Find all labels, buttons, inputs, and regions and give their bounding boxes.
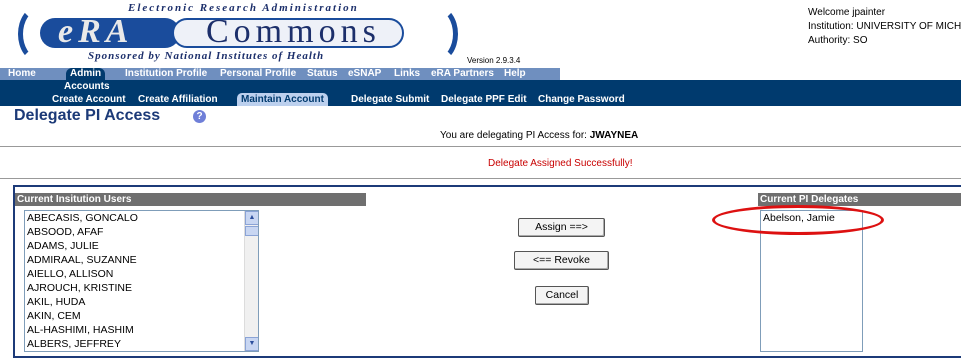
delegates-header: Current PI Delegates — [758, 193, 961, 206]
assign-button[interactable]: Assign ==> — [518, 218, 605, 237]
subnav-change-password[interactable]: Change Password — [538, 93, 625, 106]
users-listbox[interactable]: ABECASIS, GONCALO ABSOOD, AFAF ADAMS, JU… — [24, 210, 259, 352]
subnav-delegate-submit[interactable]: Delegate Submit — [351, 93, 429, 106]
nav-institution-profile[interactable]: Institution Profile — [125, 68, 207, 80]
list-item[interactable]: AKIN, CEM — [25, 309, 258, 323]
nav-section-accounts: Accounts — [64, 81, 110, 92]
primary-nav-spacer — [560, 68, 961, 80]
page: Electronic Research Administration eRA C… — [0, 0, 961, 364]
divider-top — [0, 146, 961, 147]
subnav-create-affiliation[interactable]: Create Affiliation — [138, 93, 218, 106]
subnav-create-account[interactable]: Create Account — [52, 93, 126, 106]
nav-admin[interactable]: Admin — [66, 68, 106, 80]
list-item[interactable]: ABECASIS, GONCALO — [25, 211, 258, 225]
era-commons-logo[interactable]: Electronic Research Administration eRA C… — [10, 0, 465, 68]
nav-era-partners[interactable]: eRA Partners — [431, 68, 494, 80]
help-icon[interactable]: ? — [193, 110, 206, 123]
list-item[interactable]: ALBERS, JEFFREY — [25, 337, 258, 351]
subnav-maintain-account[interactable]: Maintain Account — [237, 93, 328, 106]
nav-home[interactable]: Home — [8, 68, 36, 80]
version-label: Version 2.9.3.4 — [467, 56, 521, 65]
logo-era-text: eRA — [58, 13, 134, 50]
list-item[interactable]: AL-HASHIMI, HASHIM — [25, 323, 258, 337]
logo-sponsor-text: Sponsored by National Institutes of Heal… — [88, 50, 325, 62]
welcome-authority: Authority: SO — [808, 35, 868, 46]
nav-esnap[interactable]: eSNAP — [348, 68, 381, 80]
users-list: ABECASIS, GONCALO ABSOOD, AFAF ADAMS, JU… — [25, 211, 258, 351]
chevron-down-icon[interactable]: ▼ — [245, 337, 258, 351]
success-message: Delegate Assigned Successfully! — [488, 158, 633, 169]
scroll-thumb[interactable] — [245, 226, 258, 236]
list-item[interactable]: AJROUCH, KRISTINE — [25, 281, 258, 295]
list-item[interactable]: ADAMS, JULIE — [25, 239, 258, 253]
highlight-annotation — [712, 205, 884, 235]
welcome-user: Welcome jpainter — [808, 7, 886, 18]
nav-links[interactable]: Links — [394, 68, 420, 80]
secondary-nav: Accounts Create Account Create Affiliati… — [0, 80, 961, 106]
cancel-button[interactable]: Cancel — [535, 286, 589, 305]
delegating-info: You are delegating PI Access for: JWAYNE… — [440, 130, 638, 141]
nav-personal-profile[interactable]: Personal Profile — [220, 68, 296, 80]
users-scrollbar[interactable]: ▲ ▼ — [244, 211, 258, 351]
logo-commons-text: Commons — [206, 13, 381, 50]
delegating-user: JWAYNEA — [589, 130, 639, 141]
list-item[interactable]: AKIL, HUDA — [25, 295, 258, 309]
page-title: Delegate PI Access — [14, 107, 161, 124]
list-item[interactable]: AIELLO, ALLISON — [25, 267, 258, 281]
delegating-prefix: You are delegating PI Access for: — [440, 130, 587, 141]
divider-bottom — [0, 178, 961, 179]
list-item[interactable]: ABSOOD, AFAF — [25, 225, 258, 239]
welcome-institution: Institution: UNIVERSITY OF MICH — [808, 21, 961, 32]
welcome-block: Welcome jpainter Institution: UNIVERSITY… — [808, 6, 961, 48]
nav-status[interactable]: Status — [307, 68, 338, 80]
nav-help[interactable]: Help — [504, 68, 526, 80]
list-item[interactable]: ADMIRAAL, SUZANNE — [25, 253, 258, 267]
users-header: Current Insitution Users — [15, 193, 366, 206]
subnav-delegate-ppf-edit[interactable]: Delegate PPF Edit — [441, 93, 527, 106]
logo-right-arc — [418, 6, 458, 62]
chevron-up-icon[interactable]: ▲ — [245, 211, 258, 225]
revoke-button[interactable]: <== Revoke — [514, 251, 609, 270]
